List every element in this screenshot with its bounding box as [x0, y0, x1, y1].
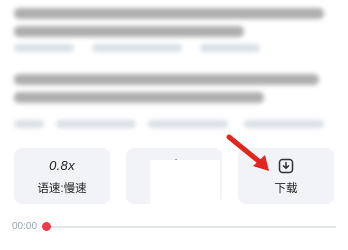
red-arrow-annotation: [226, 134, 269, 171]
overlay-panel: [150, 160, 220, 250]
speed-value: 0.8x: [49, 158, 75, 173]
player-controls: 0.8x 语速:慢速 栏目循环 下载 00:00: [0, 0, 348, 250]
speed-label: 语速:慢速: [37, 183, 87, 195]
download-label: 下载: [274, 183, 298, 195]
download-icon: [278, 158, 294, 174]
progress-time: 00:00: [12, 221, 38, 232]
progress-track[interactable]: [46, 226, 336, 228]
progress-thumb[interactable]: [41, 222, 51, 231]
speed-button[interactable]: 0.8x 语速:慢速: [14, 148, 110, 204]
